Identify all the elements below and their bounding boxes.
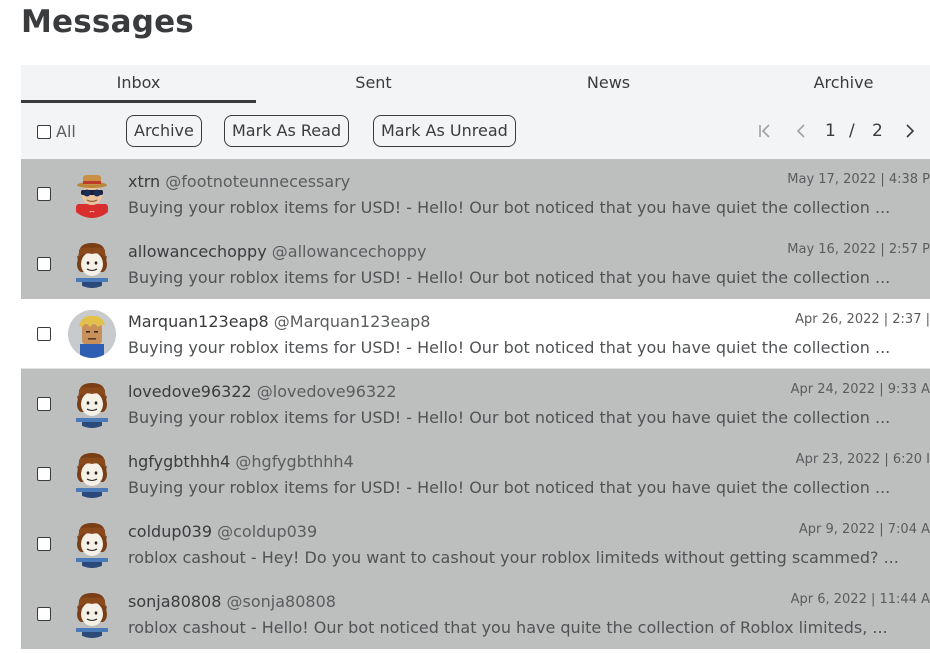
sender-handle: @lovedove96322 — [256, 382, 397, 401]
sender-username: hgfygbthhh4 — [128, 452, 231, 471]
mark-as-unread-button[interactable]: Mark As Unread — [373, 115, 516, 147]
mark-as-read-button[interactable]: Mark As Read — [224, 115, 350, 147]
message-checkbox[interactable] — [37, 397, 51, 411]
message-tabs: Inbox Sent News Archive — [21, 65, 930, 103]
page-separator: / — [849, 121, 855, 141]
message-row[interactable]: hgfygbthhh4 @hgfygbthhh4 Apr 23, 2022 | … — [21, 439, 930, 509]
message-row[interactable]: lovedove96322 @lovedove96322 Apr 24, 202… — [21, 369, 930, 439]
tab-inbox[interactable]: Inbox — [21, 65, 256, 103]
message-checkbox[interactable] — [37, 187, 51, 201]
message-row[interactable]: ꟷ xtrn @footnoteunnecessary May 17, 2022… — [21, 159, 930, 229]
avatar — [68, 450, 116, 498]
message-sender: lovedove96322 @lovedove96322 — [128, 382, 397, 401]
tab-news[interactable]: News — [491, 65, 726, 103]
message-preview: Buying your roblox items for USD! - Hell… — [128, 478, 891, 497]
tab-archive[interactable]: Archive — [726, 65, 930, 103]
select-all: All — [37, 122, 76, 141]
message-preview: Buying your roblox items for USD! - Hell… — [128, 338, 891, 357]
sender-username: coldup039 — [128, 522, 213, 541]
avatar — [68, 520, 116, 568]
message-checkbox[interactable] — [37, 607, 51, 621]
svg-text:ꟷ: ꟷ — [90, 209, 95, 216]
message-preview: roblox cashout - Hello! Our bot noticed … — [128, 618, 888, 637]
select-all-label: All — [56, 122, 76, 141]
message-row[interactable]: Marquan123eap8 @Marquan123eap8 Apr 26, 2… — [21, 299, 930, 369]
avatar — [68, 380, 116, 428]
sender-handle: @footnoteunnecessary — [165, 172, 351, 191]
message-row[interactable]: allowancechoppy @allowancechoppy May 16,… — [21, 229, 930, 299]
message-sender: sonja80808 @sonja80808 — [128, 592, 336, 611]
message-date: Apr 24, 2022 | 9:33 A — [790, 382, 930, 397]
current-page: 1 — [825, 121, 836, 141]
sender-handle: @allowancechoppy — [271, 242, 427, 261]
tab-sent[interactable]: Sent — [256, 65, 491, 103]
first-page-icon[interactable] — [758, 123, 772, 143]
message-date: May 17, 2022 | 4:38 P — [787, 172, 930, 187]
message-sender: coldup039 @coldup039 — [128, 522, 317, 541]
avatar — [68, 310, 116, 358]
message-preview: Buying your roblox items for USD! - Hell… — [128, 198, 891, 217]
message-date: Apr 9, 2022 | 7:04 A — [798, 522, 930, 537]
message-checkbox[interactable] — [37, 467, 51, 481]
message-date: Apr 26, 2022 | 2:37 | — [795, 312, 930, 327]
message-preview: Buying your roblox items for USD! - Hell… — [128, 268, 891, 287]
sender-handle: @Marquan123eap8 — [273, 312, 431, 331]
avatar: ꟷ — [68, 170, 116, 218]
avatar — [68, 590, 116, 638]
message-row[interactable]: sonja80808 @sonja80808 Apr 6, 2022 | 11:… — [21, 579, 930, 649]
message-row[interactable]: coldup039 @coldup039 Apr 9, 2022 | 7:04 … — [21, 509, 930, 579]
message-date: Apr 23, 2022 | 6:20 I — [795, 452, 930, 467]
message-checkbox[interactable] — [37, 257, 51, 271]
message-date: Apr 6, 2022 | 11:44 A — [790, 592, 930, 607]
sender-username: lovedove96322 — [128, 382, 252, 401]
message-sender: Marquan123eap8 @Marquan123eap8 — [128, 312, 430, 331]
message-checkbox[interactable] — [37, 537, 51, 551]
sender-username: Marquan123eap8 — [128, 312, 269, 331]
sender-handle: @sonja80808 — [226, 592, 336, 611]
previous-page-icon[interactable] — [795, 123, 807, 143]
message-sender: allowancechoppy @allowancechoppy — [128, 242, 426, 261]
sender-handle: @coldup039 — [217, 522, 318, 541]
select-all-checkbox[interactable] — [37, 124, 51, 139]
message-toolbar: All Archive Mark As Read Mark As Unread … — [21, 103, 930, 159]
sender-handle: @hgfygbthhh4 — [235, 452, 354, 471]
message-sender: xtrn @footnoteunnecessary — [128, 172, 350, 191]
sender-username: xtrn — [128, 172, 161, 191]
archive-button[interactable]: Archive — [126, 115, 202, 147]
next-page-icon[interactable] — [904, 123, 916, 143]
message-date: May 16, 2022 | 2:57 P — [787, 242, 930, 257]
message-preview: roblox cashout - Hey! Do you want to cas… — [128, 548, 899, 567]
page-title: Messages — [21, 4, 194, 40]
avatar — [68, 240, 116, 288]
sender-username: sonja80808 — [128, 592, 222, 611]
total-pages: 2 — [872, 121, 883, 141]
sender-username: allowancechoppy — [128, 242, 267, 261]
message-sender: hgfygbthhh4 @hgfygbthhh4 — [128, 452, 354, 471]
message-list: ꟷ xtrn @footnoteunnecessary May 17, 2022… — [21, 159, 930, 649]
message-preview: Buying your roblox items for USD! - Hell… — [128, 408, 891, 427]
message-checkbox[interactable] — [37, 327, 51, 341]
